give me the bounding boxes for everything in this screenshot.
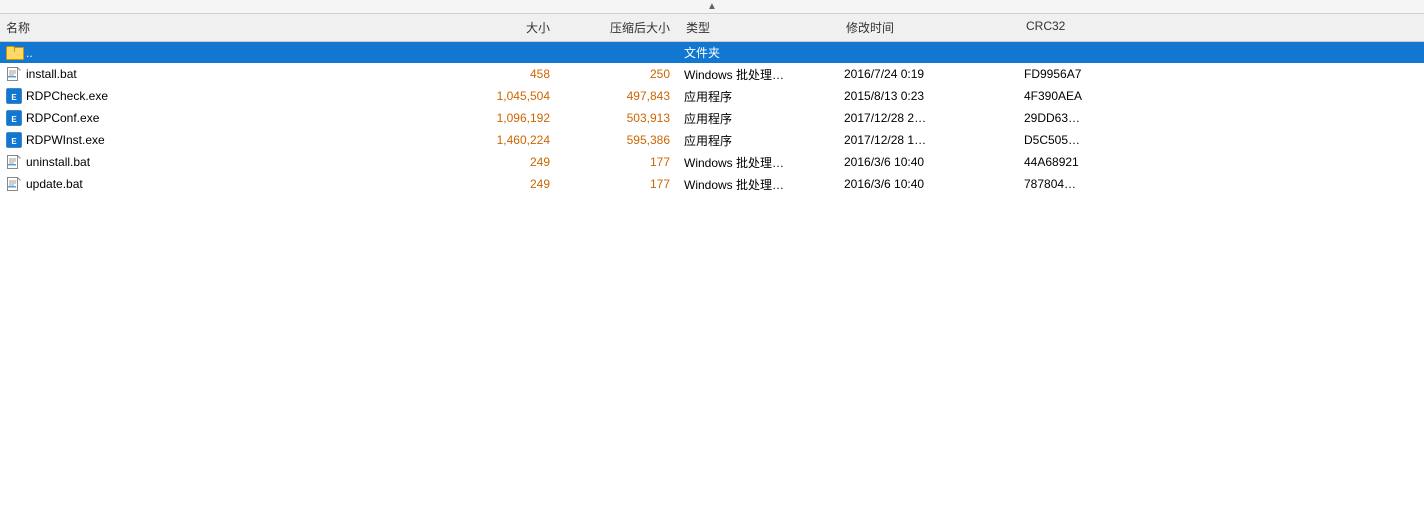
file-compressed-size: 177 <box>560 177 680 191</box>
file-list[interactable]: ..文件夹 install.bat458250Windows 批处理…2016/… <box>0 42 1424 506</box>
file-crc: D5C505… <box>1020 133 1140 147</box>
file-crc: 787804… <box>1020 177 1140 191</box>
file-size: 249 <box>440 177 560 191</box>
file-size: 1,045,504 <box>440 89 560 103</box>
table-header: 名称 大小 压缩后大小 类型 修改时间 CRC32 <box>0 14 1424 42</box>
file-compressed-size: 503,913 <box>560 111 680 125</box>
file-name: E RDPCheck.exe <box>0 87 440 105</box>
file-crc: 4F390AEA <box>1020 89 1140 103</box>
file-type: 应用程序 <box>680 88 840 105</box>
file-crc: FD9956A7 <box>1020 67 1140 81</box>
exe-icon: E <box>6 132 22 148</box>
table-row[interactable]: uninstall.bat249177Windows 批处理…2016/3/6 … <box>0 151 1424 173</box>
file-name: uninstall.bat <box>0 153 440 171</box>
file-modified: 2016/3/6 10:40 <box>840 155 1020 169</box>
file-name: .. <box>0 45 440 61</box>
file-name: install.bat <box>0 65 440 83</box>
header-type[interactable]: 类型 <box>680 17 840 38</box>
file-type: 文件夹 <box>680 44 840 61</box>
file-type: Windows 批处理… <box>680 154 840 171</box>
bat-icon <box>6 176 22 192</box>
file-type: Windows 批处理… <box>680 176 840 193</box>
header-size[interactable]: 大小 <box>440 17 560 38</box>
header-compressed[interactable]: 压缩后大小 <box>560 17 680 38</box>
table-row[interactable]: update.bat249177Windows 批处理…2016/3/6 10:… <box>0 173 1424 195</box>
header-modified[interactable]: 修改时间 <box>840 17 1020 38</box>
file-crc: 29DD63… <box>1020 111 1140 125</box>
file-name: E RDPWInst.exe <box>0 131 440 149</box>
file-compressed-size: 497,843 <box>560 89 680 103</box>
file-modified: 2015/8/13 0:23 <box>840 89 1020 103</box>
file-name: update.bat <box>0 175 440 193</box>
exe-icon: E <box>6 88 22 104</box>
file-compressed-size: 250 <box>560 67 680 81</box>
file-type: 应用程序 <box>680 110 840 127</box>
file-modified: 2017/12/28 2… <box>840 111 1020 125</box>
table-row[interactable]: .. 文件夹 <box>0 42 1424 63</box>
file-size: 1,460,224 <box>440 133 560 147</box>
file-size: 1,096,192 <box>440 111 560 125</box>
table-row[interactable]: install.bat458250Windows 批处理…2016/7/24 0… <box>0 63 1424 85</box>
folder-icon <box>6 46 22 60</box>
svg-text:E: E <box>11 93 17 102</box>
bat-icon <box>6 154 22 170</box>
table-row[interactable]: E RDPConf.exe1,096,192503,913应用程序2017/12… <box>0 107 1424 129</box>
svg-text:E: E <box>11 115 17 124</box>
sort-arrow: ▲ <box>707 1 717 12</box>
file-size: 249 <box>440 155 560 169</box>
file-crc: 44A68921 <box>1020 155 1140 169</box>
file-modified: 2016/3/6 10:40 <box>840 177 1020 191</box>
file-name: E RDPConf.exe <box>0 109 440 127</box>
exe-icon: E <box>6 110 22 126</box>
file-compressed-size: 177 <box>560 155 680 169</box>
file-modified: 2016/7/24 0:19 <box>840 67 1020 81</box>
file-type: 应用程序 <box>680 132 840 149</box>
svg-text:E: E <box>11 137 17 146</box>
table-row[interactable]: E RDPCheck.exe1,045,504497,843应用程序2015/8… <box>0 85 1424 107</box>
sort-indicator: ▲ <box>0 0 1424 14</box>
file-type: Windows 批处理… <box>680 66 840 83</box>
file-compressed-size: 595,386 <box>560 133 680 147</box>
file-size: 458 <box>440 67 560 81</box>
file-modified: 2017/12/28 1… <box>840 133 1020 147</box>
header-crc[interactable]: CRC32 <box>1020 17 1140 38</box>
bat-icon <box>6 66 22 82</box>
table-row[interactable]: E RDPWInst.exe1,460,224595,386应用程序2017/1… <box>0 129 1424 151</box>
header-name[interactable]: 名称 <box>0 17 440 38</box>
file-manager: ▲ 名称 大小 压缩后大小 类型 修改时间 CRC32 .. 文件夹 instal… <box>0 0 1424 506</box>
